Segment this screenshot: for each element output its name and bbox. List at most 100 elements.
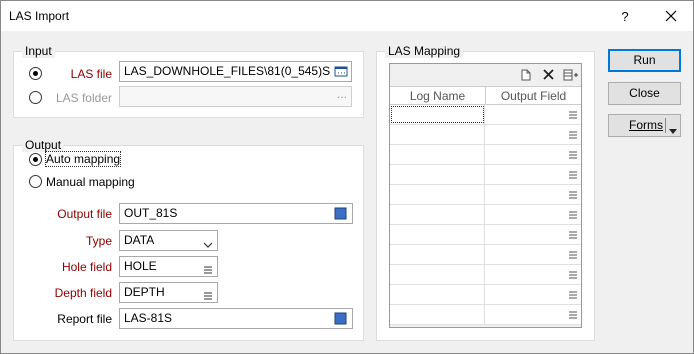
las-file-label: LAS file [70, 67, 112, 81]
list-icon[interactable] [569, 129, 577, 139]
grid-header: Log Name Output Field [390, 86, 581, 105]
log-name-cell[interactable] [390, 205, 485, 224]
window-title: LAS Import [9, 9, 70, 23]
table-row[interactable] [390, 245, 581, 265]
input-group: Input LAS file LAS_DOWNHOLE_FILES\81(0_5… [13, 44, 364, 118]
las-file-radio[interactable] [29, 67, 42, 80]
report-file-label: Report file [57, 312, 112, 326]
las-mapping-label: LAS Mapping [385, 44, 464, 58]
las-file-input[interactable]: LAS_DOWNHOLE_FILES\81(0_545)S [119, 61, 352, 82]
table-row[interactable] [390, 165, 581, 185]
file-picker-icon[interactable] [334, 312, 348, 325]
table-row[interactable] [390, 305, 581, 325]
output-field-cell[interactable] [486, 285, 581, 304]
report-file-value: LAS-81S [124, 311, 173, 325]
input-group-label: Input [22, 44, 55, 58]
table-row[interactable] [390, 205, 581, 225]
auto-mapping-radio[interactable] [29, 153, 42, 166]
log-name-cell[interactable] [390, 165, 485, 184]
table-row[interactable] [390, 285, 581, 305]
file-picker-icon[interactable] [334, 207, 348, 220]
log-name-cell[interactable] [390, 265, 485, 284]
las-import-dialog: LAS Import ? Input LAS file LAS_DOWNHOLE… [0, 0, 694, 354]
folder-browse-button[interactable]: ... [337, 87, 347, 104]
depth-field-input[interactable]: DEPTH [119, 282, 218, 303]
list-icon[interactable] [569, 269, 577, 279]
output-field-cell[interactable] [486, 245, 581, 264]
grid-toolbar [390, 64, 581, 86]
depth-field-value: DEPTH [124, 285, 165, 299]
output-file-label: Output file [57, 207, 112, 221]
help-button[interactable]: ? [615, 7, 635, 27]
log-name-cell[interactable] [390, 185, 485, 204]
las-folder-radio[interactable] [29, 91, 42, 104]
list-icon[interactable] [569, 309, 577, 319]
list-icon[interactable] [204, 288, 212, 300]
las-file-value: LAS_DOWNHOLE_FILES\81(0_545)S [124, 64, 331, 78]
list-icon[interactable] [569, 249, 577, 259]
new-row-icon[interactable] [521, 69, 531, 84]
manual-mapping-radio[interactable] [29, 175, 42, 188]
output-field-cell[interactable] [486, 165, 581, 184]
las-folder-input[interactable]: ... [119, 86, 352, 107]
table-row[interactable] [390, 125, 581, 145]
table-row[interactable] [390, 185, 581, 205]
close-button[interactable]: Close [608, 82, 681, 105]
list-icon[interactable] [569, 289, 577, 299]
output-file-input[interactable]: OUT_81S [119, 203, 353, 224]
type-select[interactable]: DATA [119, 230, 218, 251]
list-icon[interactable] [569, 169, 577, 179]
table-row[interactable] [390, 145, 581, 165]
forms-divider [665, 118, 666, 133]
mapping-grid: Log Name Output Field [389, 63, 582, 328]
list-icon[interactable] [204, 262, 212, 274]
auto-mapping-label[interactable]: Auto mapping [44, 151, 122, 167]
file-browse-icon[interactable] [334, 65, 348, 78]
output-field-cell[interactable] [486, 225, 581, 244]
forms-button[interactable]: Forms [608, 114, 681, 137]
close-icon[interactable] [656, 4, 686, 28]
hole-field-input[interactable]: HOLE [119, 256, 218, 277]
hole-field-value: HOLE [124, 259, 157, 273]
forms-label: Forms [629, 118, 663, 132]
list-icon[interactable] [569, 209, 577, 219]
log-name-cell[interactable] [390, 225, 485, 244]
list-icon[interactable] [569, 229, 577, 239]
las-folder-label: LAS folder [55, 91, 112, 105]
output-field-cell[interactable] [486, 265, 581, 284]
log-name-cell[interactable] [390, 145, 485, 164]
log-name-cell[interactable] [390, 285, 485, 304]
type-label: Type [85, 234, 112, 248]
table-row[interactable] [390, 105, 581, 125]
output-field-cell[interactable] [486, 145, 581, 164]
insert-row-icon[interactable] [563, 69, 578, 84]
table-row[interactable] [390, 225, 581, 245]
log-name-cell[interactable] [390, 105, 485, 124]
output-field-cell[interactable] [486, 185, 581, 204]
delete-icon[interactable] [543, 69, 554, 83]
report-file-input[interactable]: LAS-81S [119, 308, 353, 329]
output-field-cell[interactable] [486, 105, 581, 124]
output-file-value: OUT_81S [124, 206, 178, 220]
depth-field-label: Depth field [54, 286, 112, 300]
log-name-cell[interactable] [390, 125, 485, 144]
hole-field-label: Hole field [61, 260, 112, 274]
title-bar: LAS Import ? [1, 1, 693, 32]
chevron-down-icon[interactable] [669, 121, 677, 142]
list-icon[interactable] [569, 109, 577, 119]
chevron-down-icon [203, 236, 213, 248]
log-name-cell[interactable] [390, 245, 485, 264]
column-header-log-name[interactable]: Log Name [390, 89, 485, 103]
manual-mapping-label[interactable]: Manual mapping [46, 175, 135, 189]
log-name-cell[interactable] [390, 305, 485, 324]
output-group-label: Output [22, 138, 65, 152]
output-group: Output Auto mapping Manual mapping Outpu… [13, 138, 364, 341]
list-icon[interactable] [569, 189, 577, 199]
output-field-cell[interactable] [486, 125, 581, 144]
output-field-cell[interactable] [486, 205, 581, 224]
column-header-output-field[interactable]: Output Field [486, 89, 581, 103]
list-icon[interactable] [569, 149, 577, 159]
run-button[interactable]: Run [608, 49, 681, 72]
table-row[interactable] [390, 265, 581, 285]
output-field-cell[interactable] [486, 305, 581, 324]
